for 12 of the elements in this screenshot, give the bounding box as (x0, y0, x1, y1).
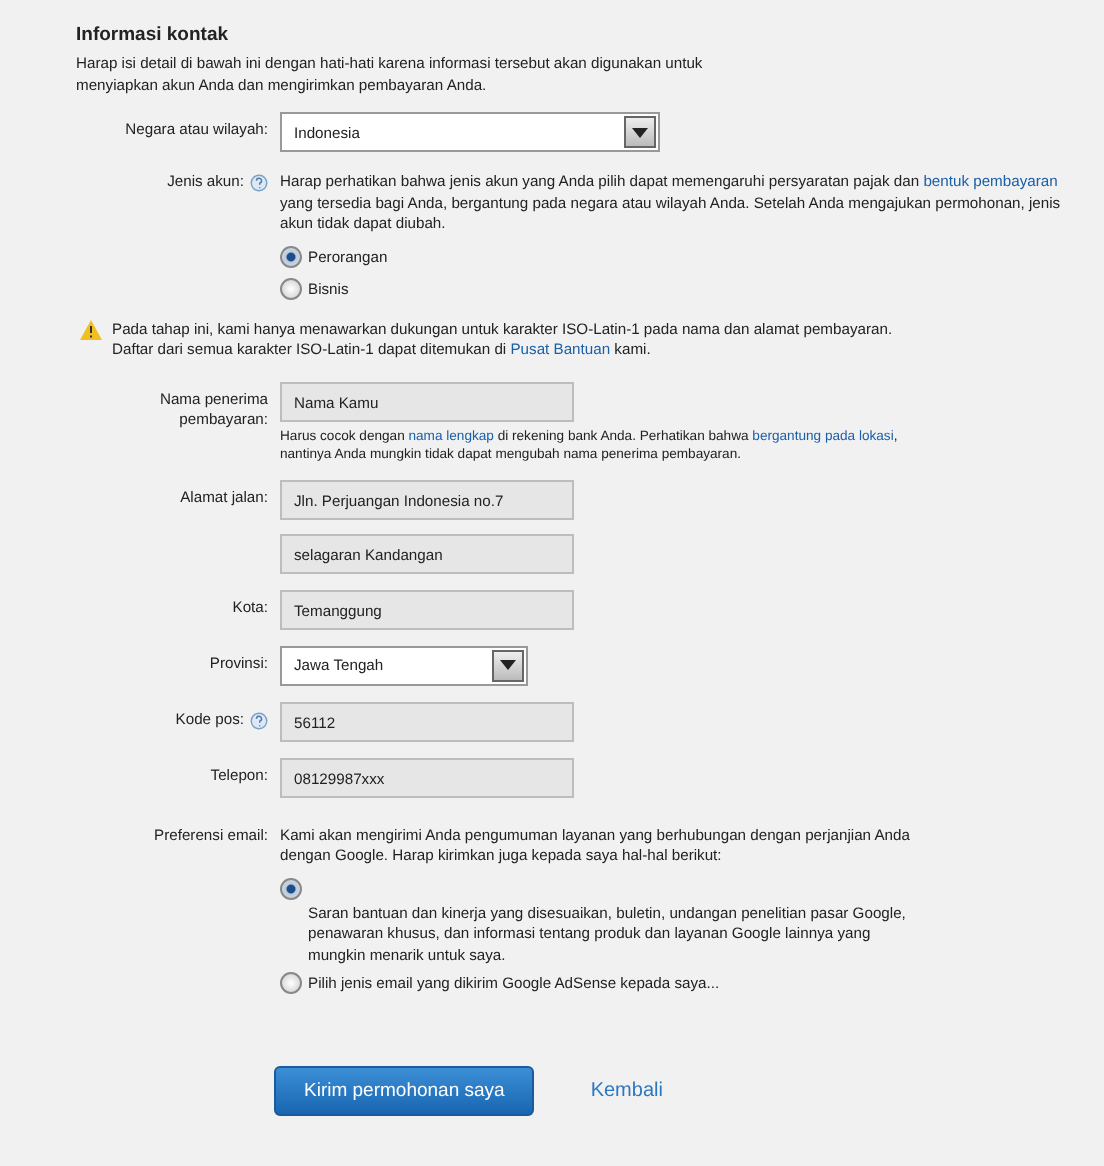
section-title: Informasi kontak (76, 24, 231, 46)
radio-button[interactable] (280, 877, 302, 899)
submit-button[interactable]: Kirim permohonan saya (274, 1066, 535, 1116)
caret-icon (632, 127, 648, 137)
help-icon[interactable] (250, 711, 268, 729)
radio-button[interactable] (280, 972, 302, 994)
help-icon[interactable] (250, 174, 268, 192)
radio-button[interactable] (280, 277, 302, 299)
warning-icon (80, 319, 102, 339)
back-link[interactable]: Kembali (590, 1080, 663, 1102)
radio-button[interactable] (280, 245, 302, 267)
caret-icon (500, 660, 516, 670)
